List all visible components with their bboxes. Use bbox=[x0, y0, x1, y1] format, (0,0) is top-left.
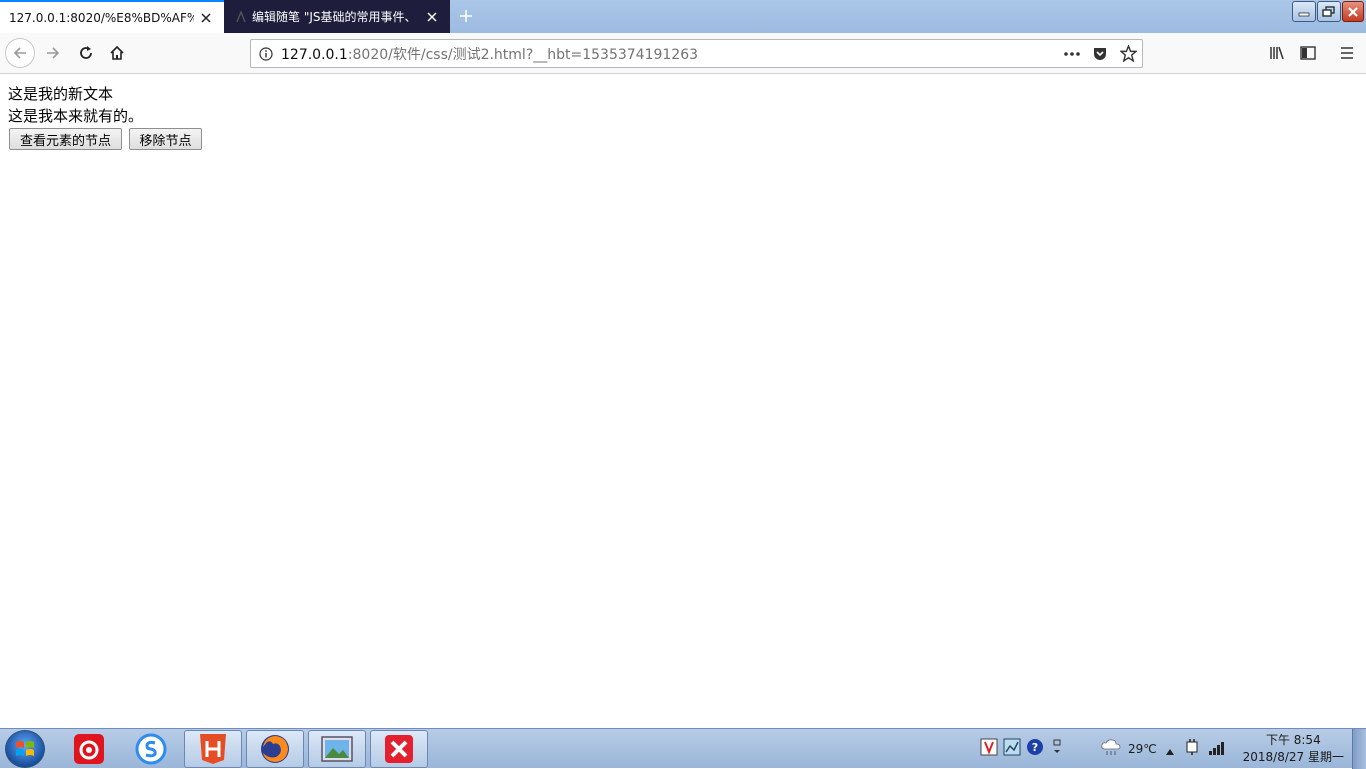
window-controls bbox=[1292, 1, 1364, 22]
tab-localhost[interactable]: 127.0.0.1:8020/%E8%BD%AF%E4 bbox=[0, 0, 224, 33]
help-icon[interactable]: ? bbox=[1026, 738, 1044, 760]
close-tab-icon[interactable] bbox=[420, 5, 444, 29]
cloud-rain-icon bbox=[1100, 737, 1122, 761]
site-info-icon[interactable] bbox=[251, 46, 281, 61]
firefox-taskbar-icon[interactable] bbox=[246, 730, 304, 768]
show-desktop-button[interactable] bbox=[1352, 729, 1366, 769]
view-nodes-button[interactable]: 查看元素的节点 bbox=[9, 128, 122, 150]
address-bar[interactable]: 127.0.0.1:8020/软件/css/测试2.html?__hbt=153… bbox=[250, 39, 1143, 68]
original-text-line: 这是我本来就有的。 bbox=[8, 107, 144, 125]
taskbar: ? 29℃ 下午 8:54 2018/8/27 星期一 bbox=[0, 728, 1366, 769]
navigation-toolbar: 127.0.0.1:8020/软件/css/测试2.html?__hbt=153… bbox=[0, 33, 1366, 74]
tab-cnblogs[interactable]: 编辑随笔 "JS基础的常用事件、 bbox=[224, 0, 450, 33]
network-signal-icon[interactable] bbox=[1208, 740, 1226, 759]
minimize-button[interactable] bbox=[1292, 1, 1316, 22]
bookmark-star-icon[interactable] bbox=[1114, 40, 1142, 68]
back-button[interactable] bbox=[5, 38, 35, 68]
home-button[interactable] bbox=[102, 38, 132, 68]
weather-temp: 29℃ bbox=[1128, 742, 1157, 756]
tab-title: 编辑随笔 "JS基础的常用事件、 bbox=[252, 10, 417, 24]
hbuilder-taskbar-icon[interactable] bbox=[184, 730, 242, 768]
close-tab-icon[interactable] bbox=[194, 6, 218, 30]
clock-date: 2018/8/27 星期一 bbox=[1242, 750, 1344, 764]
notification-area bbox=[1166, 729, 1226, 769]
restore-button[interactable] bbox=[1317, 1, 1341, 22]
new-tab-button[interactable] bbox=[453, 4, 479, 28]
show-hidden-icons-icon[interactable] bbox=[1166, 740, 1174, 759]
sidebar-icon[interactable] bbox=[1293, 38, 1323, 68]
photo-viewer-taskbar-icon[interactable] bbox=[308, 730, 366, 768]
svg-text:?: ? bbox=[1032, 741, 1038, 754]
power-plug-icon[interactable] bbox=[1184, 738, 1200, 760]
close-window-button[interactable] bbox=[1342, 1, 1364, 22]
tray-app-icon-1[interactable] bbox=[980, 738, 998, 760]
url-host: 127.0.0.1 bbox=[281, 46, 348, 63]
tab-title: 127.0.0.1:8020/%E8%BD%AF%E4 bbox=[9, 10, 194, 25]
tray-expand-icon[interactable] bbox=[1052, 738, 1062, 760]
tray-network-monitor-icon[interactable] bbox=[1003, 738, 1021, 760]
weather-widget[interactable]: 29℃ bbox=[1100, 729, 1157, 769]
menu-icon[interactable] bbox=[1332, 38, 1362, 68]
new-text-line: 这是我的新文本 bbox=[8, 85, 114, 103]
clock-time: 下午 8:54 bbox=[1265, 733, 1321, 747]
url-path: :8020/软件/css/测试2.html?__hbt=153537419126… bbox=[347, 46, 699, 63]
pocket-icon[interactable] bbox=[1086, 40, 1114, 68]
tab-strip: 127.0.0.1:8020/%E8%BD%AF%E4 编辑随笔 "JS基础的常… bbox=[0, 0, 1366, 33]
page-actions-icon[interactable] bbox=[1058, 40, 1086, 68]
sogou-browser-taskbar-icon[interactable] bbox=[122, 730, 180, 768]
url-text[interactable]: 127.0.0.1:8020/软件/css/测试2.html?__hbt=153… bbox=[281, 44, 1058, 64]
start-button[interactable] bbox=[5, 730, 45, 768]
system-tray-icons: ? bbox=[980, 729, 1062, 769]
library-icon[interactable] bbox=[1262, 38, 1292, 68]
cnblogs-favicon-icon bbox=[234, 10, 248, 24]
remove-node-button[interactable]: 移除节点 bbox=[129, 128, 202, 150]
netease-music-taskbar-icon[interactable] bbox=[60, 730, 118, 768]
forward-button[interactable] bbox=[38, 38, 68, 68]
reload-button[interactable] bbox=[71, 38, 101, 68]
system-clock[interactable]: 下午 8:54 2018/8/27 星期一 bbox=[1243, 732, 1344, 766]
page-content: 这是我的新文本 这是我本来就有的。 查看元素的节点 移除节点 bbox=[0, 74, 1366, 728]
xmind-taskbar-icon[interactable] bbox=[370, 730, 428, 768]
